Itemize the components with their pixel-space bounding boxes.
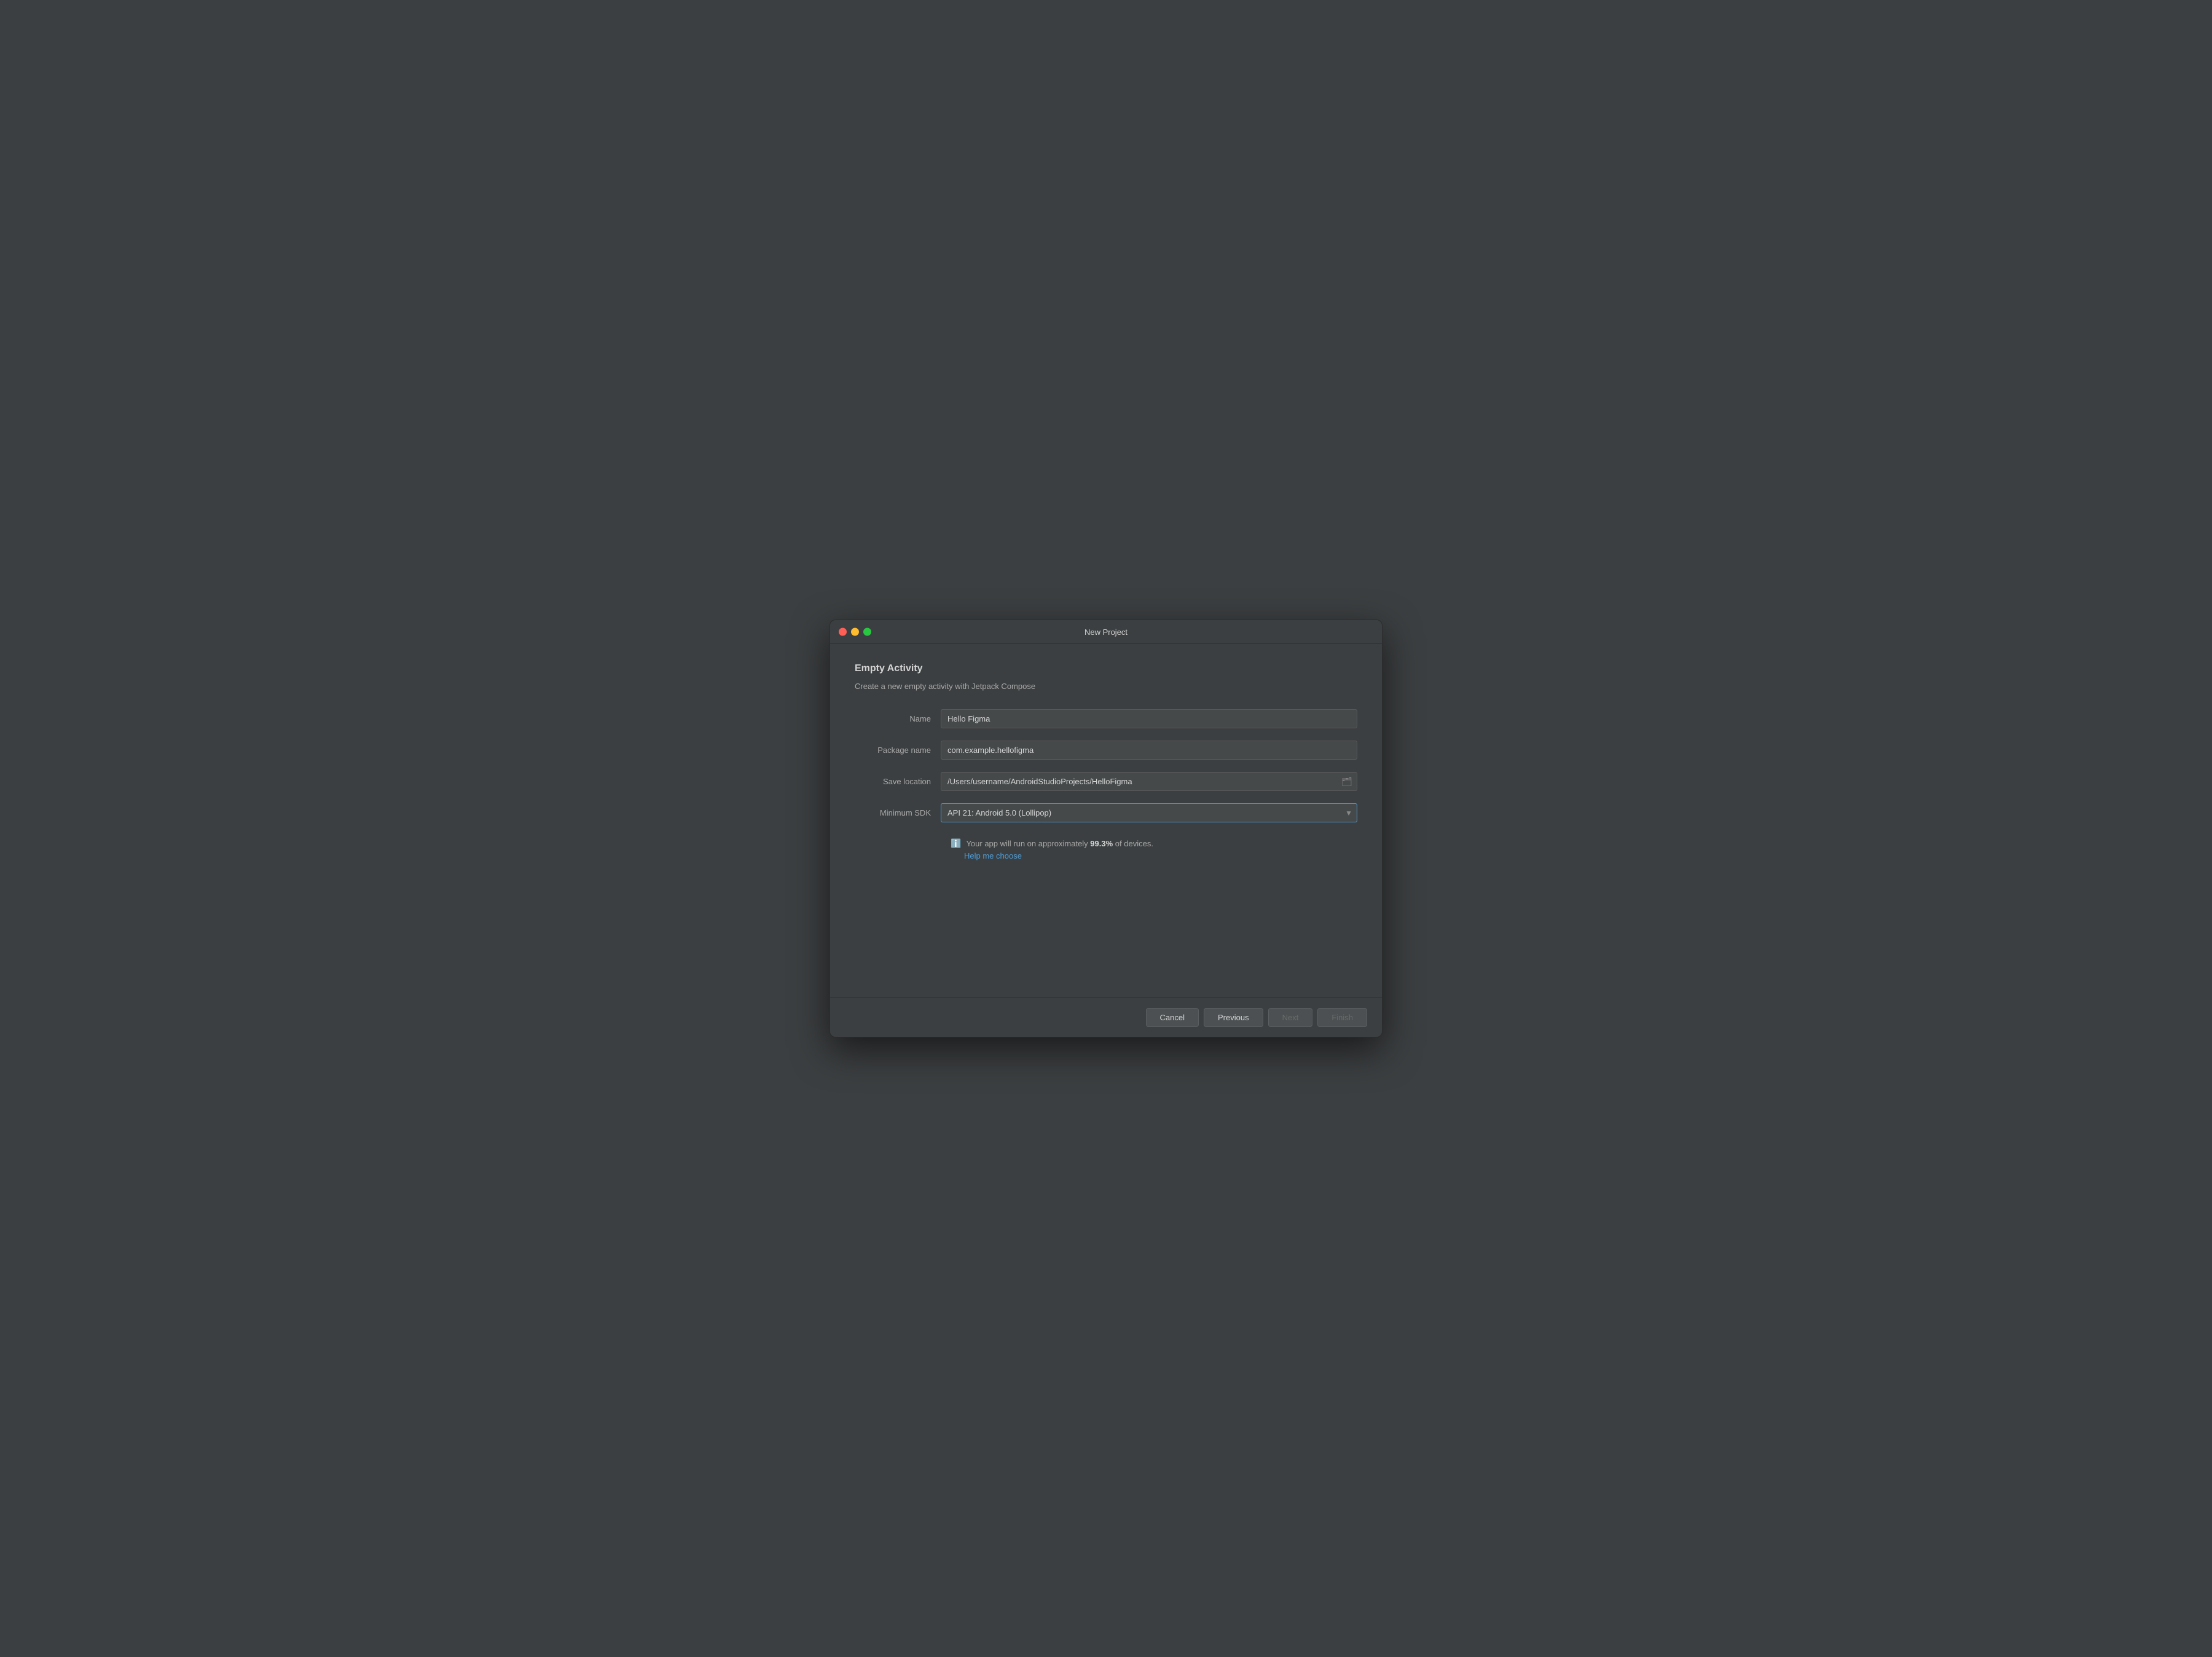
name-form-group: Name [855,709,1357,728]
next-button: Next [1268,1008,1313,1027]
minimum-sdk-form-group: Minimum SDK API 21: Android 5.0 (Lollipo… [855,803,1357,822]
save-location-input[interactable] [941,772,1357,791]
content-spacer [855,873,1357,983]
traffic-lights [839,628,871,636]
info-line: ℹ️ Your app will run on approximately 99… [951,838,1357,849]
package-name-input[interactable] [941,741,1357,760]
save-location-label: Save location [855,777,941,786]
info-text-suffix: of devices. [1113,839,1153,848]
minimum-sdk-label: Minimum SDK [855,808,941,817]
package-name-form-group: Package name [855,741,1357,760]
minimum-sdk-select[interactable]: API 21: Android 5.0 (Lollipop) API 22: A… [941,803,1357,822]
info-text-prefix: Your app will run on approximately [966,839,1090,848]
folder-icon[interactable]: 🗂 [1341,776,1352,787]
main-content: Empty Activity Create a new empty activi… [830,644,1382,998]
cancel-button[interactable]: Cancel [1146,1008,1199,1027]
previous-button[interactable]: Previous [1204,1008,1263,1027]
save-location-input-wrapper: 🗂 [941,772,1357,791]
info-row: ℹ️ Your app will run on approximately 99… [951,838,1357,860]
minimize-button[interactable] [851,628,859,636]
save-location-form-group: Save location 🗂 [855,772,1357,791]
minimum-sdk-select-container: API 21: Android 5.0 (Lollipop) API 22: A… [941,803,1357,822]
help-me-choose-link[interactable]: Help me choose [964,851,1357,860]
window: New Project Empty Activity Create a new … [830,620,1382,1037]
window-title: New Project [1084,628,1128,637]
info-icon: ℹ️ [951,838,961,849]
footer: Cancel Previous Next Finish [830,998,1382,1037]
section-subtitle: Create a new empty activity with Jetpack… [855,682,1357,691]
titlebar: New Project [830,620,1382,644]
section-title: Empty Activity [855,663,1357,674]
name-label: Name [855,714,941,723]
close-button[interactable] [839,628,847,636]
finish-button: Finish [1317,1008,1367,1027]
name-input[interactable] [941,709,1357,728]
maximize-button[interactable] [863,628,871,636]
info-percent: 99.3% [1090,839,1113,848]
info-text: Your app will run on approximately 99.3%… [966,839,1153,848]
package-name-label: Package name [855,746,941,755]
